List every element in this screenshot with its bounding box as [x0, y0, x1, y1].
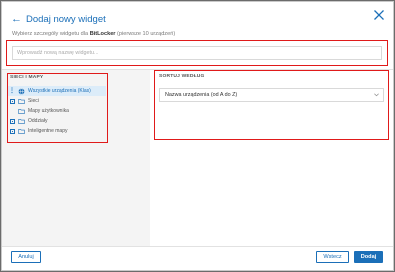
subtitle-suffix: (pierwsze 10 urządzeń): [115, 31, 176, 37]
subtitle-widget-name: BitLocker: [89, 31, 116, 37]
dialog-header: ← Dodaj nowy widget: [11, 12, 106, 26]
back-arrow-icon[interactable]: ←: [11, 13, 22, 25]
networks-maps-highlight: [7, 73, 108, 143]
widget-name-highlight: Wprowadź nową nazwę widgetu...: [6, 40, 388, 66]
back-button[interactable]: Wstecz: [316, 251, 349, 263]
add-button[interactable]: Dodaj: [354, 251, 383, 263]
close-icon[interactable]: [373, 9, 385, 21]
add-widget-dialog: ← Dodaj nowy widget Wybierz szczegóły wi…: [1, 1, 394, 271]
subtitle-prefix: Wybierz szczegóły widgetu dla: [12, 31, 90, 37]
sort-by-highlight: [154, 70, 389, 140]
cancel-button[interactable]: Anuluj: [11, 251, 41, 263]
widget-name-input[interactable]: Wprowadź nową nazwę widgetu...: [12, 46, 382, 60]
footer-divider: [2, 246, 393, 247]
dialog-title: Dodaj nowy widget: [26, 13, 106, 25]
dialog-subtitle: Wybierz szczegóły widgetu dla BitLocker …: [12, 31, 175, 37]
